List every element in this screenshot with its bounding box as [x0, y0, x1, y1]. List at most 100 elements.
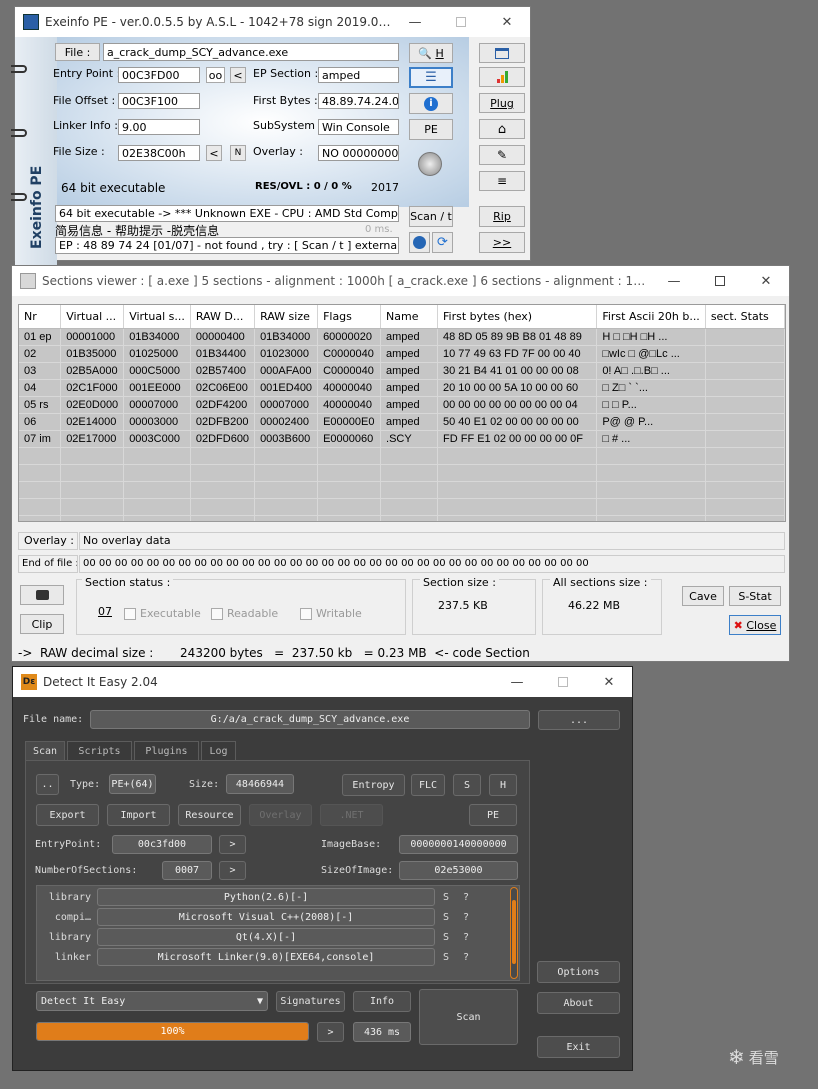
plug-button[interactable]: Plug [479, 93, 525, 113]
first-bytes-field[interactable]: 48.89.74.24.08 [318, 93, 399, 109]
h-button[interactable]: H [489, 774, 517, 796]
tab-scan[interactable]: Scan [25, 741, 65, 760]
eof-data-field[interactable]: 00 00 00 00 00 00 00 00 00 00 00 00 00 0… [79, 555, 785, 573]
info-button[interactable]: Info [353, 991, 411, 1012]
clip-button[interactable]: Clip [20, 614, 64, 634]
net-button[interactable]: .NET [320, 804, 383, 826]
n-button[interactable]: N [230, 145, 246, 161]
entrypoint-field[interactable]: 00c3fd00 [112, 835, 212, 854]
readable-checkbox[interactable]: Readable [211, 607, 278, 620]
table-row[interactable]: 01 ep 00001000 01B34000 00000400 01B34000 600… [19, 328, 785, 346]
entry-point-field[interactable]: 00C3FD00 [118, 67, 200, 83]
overlay-button[interactable]: Overlay [249, 804, 312, 826]
options-button[interactable]: Options [537, 961, 620, 983]
next-button[interactable]: >> [479, 232, 525, 253]
column-header[interactable]: Virtual ... [60, 305, 125, 329]
close-window-button[interactable]: ✕ [586, 667, 632, 697]
overlay-data-field[interactable]: No overlay data [79, 532, 785, 550]
result-q-button[interactable]: ? [463, 892, 469, 903]
maximize-button[interactable] [697, 266, 743, 296]
entrypoint-go-button[interactable]: > [219, 835, 246, 854]
open-file-button[interactable] [479, 43, 525, 63]
s-button[interactable]: S [453, 774, 481, 796]
subsystem-field[interactable]: Win Console [318, 119, 399, 135]
entropy-button[interactable]: Entropy [342, 774, 405, 796]
linker-info-field[interactable]: 9.00 [118, 119, 200, 135]
result-s-button[interactable]: S [443, 912, 449, 923]
result-s-button[interactable]: S [443, 932, 449, 943]
file-button[interactable]: File : [55, 43, 100, 61]
table-row[interactable]: 03 02B5A000 000C5000 02B57400 000AFA00 C00000… [19, 362, 785, 380]
stats-button[interactable] [479, 67, 525, 87]
maximize-button[interactable] [540, 667, 586, 697]
dotdot-button[interactable]: .. [36, 774, 59, 795]
nsections-go-button[interactable]: > [219, 861, 246, 880]
table-row[interactable]: 04 02C1F000 001EE000 02C06E00 001ED400 400000… [19, 379, 785, 397]
scan-t-button[interactable]: Scan / t [409, 206, 453, 227]
column-header[interactable]: RAW size [254, 305, 319, 329]
prev-size-button[interactable]: < [206, 145, 222, 161]
column-header[interactable]: Name [380, 305, 438, 329]
tools-button[interactable]: ✎ [479, 145, 525, 165]
tab-scripts[interactable]: Scripts [67, 741, 132, 760]
writable-checkbox[interactable]: Writable [300, 607, 362, 620]
minimize-button[interactable]: — [651, 266, 697, 296]
minimize-button[interactable]: — [392, 7, 438, 37]
column-header[interactable]: Flags [317, 305, 382, 329]
database-select[interactable]: Detect It Easy ▼ [36, 991, 268, 1011]
menu-button[interactable]: ≡ [479, 171, 525, 191]
sstat-button[interactable]: S-Stat [729, 586, 781, 606]
close-window-button[interactable]: ✕ [484, 7, 530, 37]
detect-result-field[interactable]: 64 bit executable -> *** Unknown EXE - C… [55, 205, 399, 222]
scan-button[interactable]: Scan [419, 989, 518, 1045]
cave-button[interactable]: Cave [682, 586, 724, 606]
resource-button[interactable]: Resource [178, 804, 241, 826]
sections-table[interactable]: Nr Virtual ... Virtual s... RAW D... RAW siz… [18, 304, 786, 522]
close-window-button[interactable]: ✕ [743, 266, 789, 296]
size-field[interactable]: 48466944 [226, 774, 294, 794]
executable-checkbox[interactable]: Executable [124, 607, 201, 620]
sizeofimage-field[interactable]: 02e53000 [399, 861, 518, 880]
file-name-field[interactable]: G:/a/a_crack_dump_SCY_advance.exe [90, 710, 530, 729]
signatures-button[interactable]: Signatures [276, 991, 345, 1012]
file-path-field[interactable]: a_crack_dump_SCY_advance.exe [103, 43, 399, 61]
overlay-field[interactable]: NO 00000000 [318, 145, 399, 161]
column-header[interactable]: Nr [19, 305, 62, 329]
result-s-button[interactable]: S [443, 892, 449, 903]
pe-button[interactable]: PE [409, 119, 453, 140]
column-header[interactable]: RAW D... [190, 305, 256, 329]
ep-hint-field[interactable]: EP : 48 89 74 24 [01/07] - not found , t… [55, 237, 399, 254]
info-button[interactable]: i [409, 93, 453, 114]
type-field[interactable]: PE+(64) [109, 774, 156, 794]
camera-button[interactable] [20, 585, 64, 605]
table-row[interactable]: 06 02E14000 00003000 02DFB200 00002400 E00000… [19, 413, 785, 431]
about-button[interactable]: About [537, 992, 620, 1014]
exit-button[interactable]: Exit [537, 1036, 620, 1058]
close-button[interactable]: ✖ Close [729, 615, 781, 635]
result-q-button[interactable]: ? [463, 952, 469, 963]
file-size-field[interactable]: 02E38C00h [118, 145, 200, 161]
web-button[interactable] [409, 232, 430, 253]
refresh-button[interactable]: ⟳ [432, 232, 453, 253]
column-header[interactable]: First bytes (hex) [437, 305, 598, 329]
imagebase-field[interactable]: 0000000140000000 [399, 835, 518, 854]
search-h-button[interactable]: 🔍 H [409, 43, 453, 63]
file-offset-field[interactable]: 00C3F100 [118, 93, 200, 109]
sections-viewer-button[interactable]: ☰ [409, 67, 453, 88]
browse-button[interactable]: ... [538, 710, 620, 730]
ep-section-field[interactable]: amped [318, 67, 399, 83]
import-button[interactable]: Import [107, 804, 170, 826]
tab-plugins[interactable]: Plugins [134, 741, 199, 760]
home-button[interactable]: ⌂ [479, 119, 525, 139]
results-scrollbar[interactable] [510, 887, 518, 979]
result-s-button[interactable]: S [443, 952, 449, 963]
scrollbar-thumb[interactable] [512, 900, 516, 964]
column-header[interactable]: Virtual s... [123, 305, 191, 329]
table-row[interactable]: 05 rs 02E0D000 00007000 02DF4200 00007000 400… [19, 396, 785, 414]
rip-button[interactable]: Rip [479, 206, 525, 227]
oo-button[interactable]: oo [206, 67, 225, 83]
progress-next-button[interactable]: > [317, 1022, 344, 1042]
table-row[interactable]: 07 im 02E17000 0003C000 02DFD600 0003B600 E00… [19, 430, 785, 448]
result-q-button[interactable]: ? [463, 912, 469, 923]
prev-button[interactable]: < [230, 67, 246, 83]
